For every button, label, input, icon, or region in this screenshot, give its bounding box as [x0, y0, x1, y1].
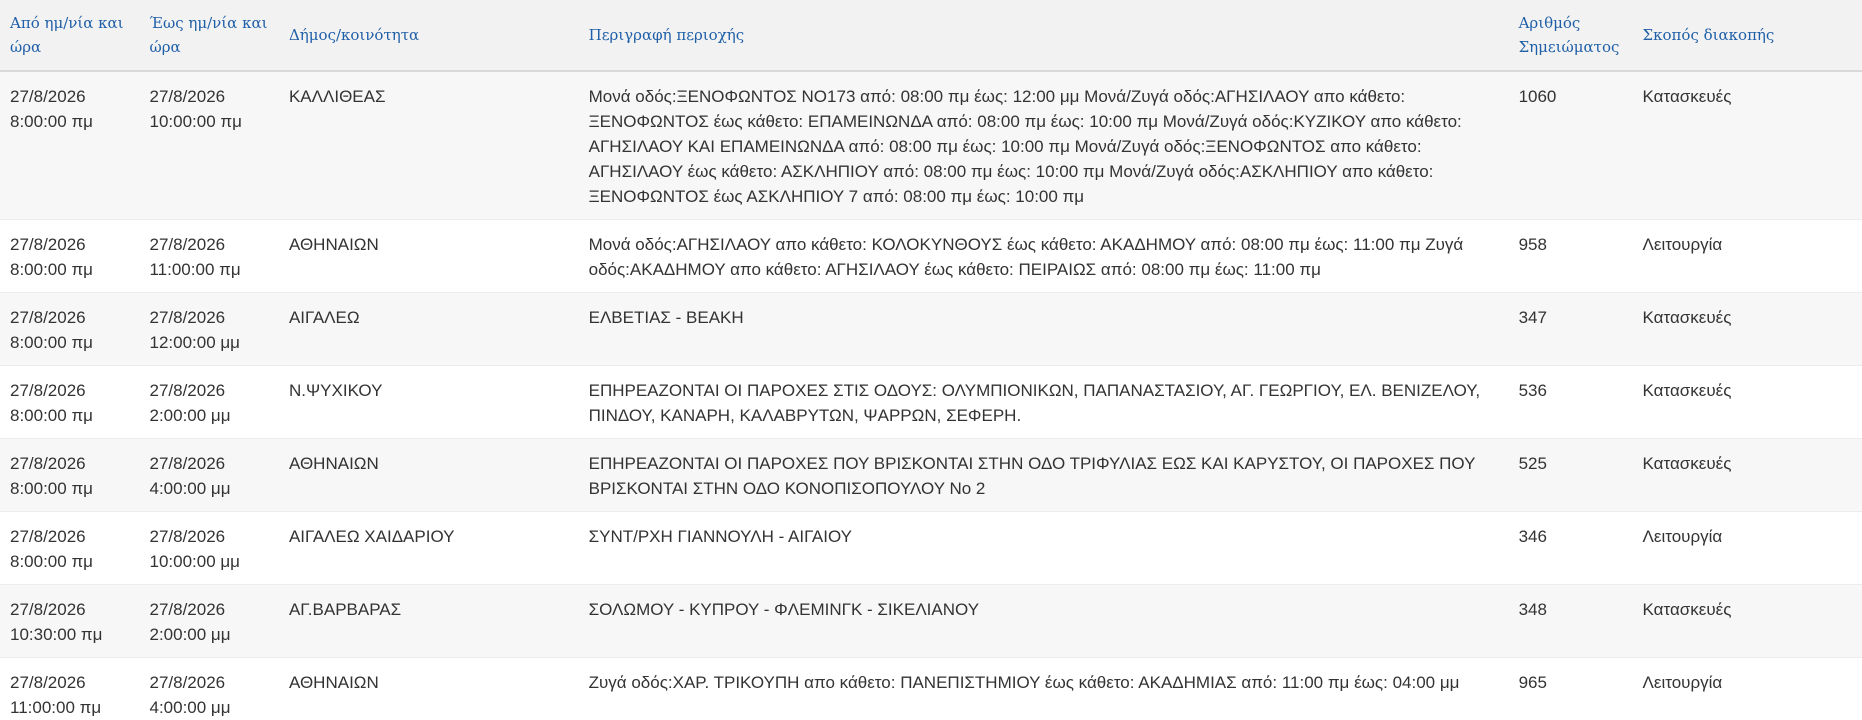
- table-body: 27/8/2026 8:00:00 πμ 27/8/2026 10:00:00 …: [0, 71, 1862, 720]
- table-row: 27/8/2026 8:00:00 πμ 27/8/2026 10:00:00 …: [0, 511, 1862, 585]
- cell-from-datetime: 27/8/2026 8:00:00 πμ: [0, 365, 140, 439]
- cell-area-description: ΣΟΛΩΜΟΥ - ΚΥΠΡΟΥ - ΦΛΕΜΙΝΓΚ - ΣΙΚΕΛΙΑΝΟΥ: [578, 584, 1509, 658]
- cell-from-datetime: 27/8/2026 8:00:00 πμ: [0, 511, 140, 585]
- table-row: 27/8/2026 8:00:00 πμ 27/8/2026 12:00:00 …: [0, 292, 1862, 366]
- cell-outage-purpose: Κατασκευές: [1632, 365, 1862, 439]
- cell-area-description: Ζυγά οδός:ΧΑΡ. ΤΡΙΚΟΥΠΗ απο κάθετο: ΠΑΝΕ…: [578, 657, 1509, 720]
- cell-municipality: ΚΑΛΛΙΘΕΑΣ: [278, 71, 579, 220]
- table-row: 27/8/2026 8:00:00 πμ 27/8/2026 10:00:00 …: [0, 71, 1862, 220]
- cell-note-number: 958: [1508, 219, 1633, 293]
- cell-to-datetime: 27/8/2026 4:00:00 μμ: [139, 657, 279, 720]
- cell-municipality: ΑΘΗΝΑΙΩΝ: [278, 438, 579, 512]
- cell-municipality: ΑΙΓΑΛΕΩ ΧΑΙΔΑΡΙΟΥ: [278, 511, 579, 585]
- cell-area-description: ΕΛΒΕΤΙΑΣ - ΒΕΑΚΗ: [578, 292, 1509, 366]
- table-row: 27/8/2026 11:00:00 πμ 27/8/2026 4:00:00 …: [0, 657, 1862, 720]
- table-row: 27/8/2026 8:00:00 πμ 27/8/2026 4:00:00 μ…: [0, 438, 1862, 512]
- cell-to-datetime: 27/8/2026 10:00:00 μμ: [139, 511, 279, 585]
- cell-outage-purpose: Κατασκευές: [1632, 584, 1862, 658]
- header-municipality[interactable]: Δήμος/κοινότητα: [278, 0, 579, 72]
- table-row: 27/8/2026 8:00:00 πμ 27/8/2026 2:00:00 μ…: [0, 365, 1862, 439]
- cell-outage-purpose: Λειτουργία: [1632, 657, 1862, 720]
- cell-municipality: ΑΘΗΝΑΙΩΝ: [278, 657, 579, 720]
- cell-note-number: 536: [1508, 365, 1633, 439]
- cell-from-datetime: 27/8/2026 11:00:00 πμ: [0, 657, 140, 720]
- cell-outage-purpose: Κατασκευές: [1632, 292, 1862, 366]
- table-row: 27/8/2026 8:00:00 πμ 27/8/2026 11:00:00 …: [0, 219, 1862, 293]
- cell-note-number: 525: [1508, 438, 1633, 512]
- cell-area-description: Μονά οδός:ΞΕΝΟΦΩΝΤΟΣ ΝΟ173 από: 08:00 πμ…: [578, 71, 1509, 220]
- cell-note-number: 346: [1508, 511, 1633, 585]
- cell-municipality: ΑΙΓΑΛΕΩ: [278, 292, 579, 366]
- cell-area-description: ΣΥΝΤ/ΡΧΗ ΓΙΑΝΝΟΥΛΗ - ΑΙΓΑΙΟΥ: [578, 511, 1509, 585]
- cell-outage-purpose: Κατασκευές: [1632, 438, 1862, 512]
- cell-outage-purpose: Λειτουργία: [1632, 511, 1862, 585]
- cell-area-description: ΕΠΗΡΕΑΖΟΝΤΑΙ ΟΙ ΠΑΡΟΧΕΣ ΣΤΙΣ ΟΔΟΥΣ: ΟΛΥΜ…: [578, 365, 1509, 439]
- header-outage-purpose[interactable]: Σκοπός διακοπής: [1632, 0, 1862, 72]
- table-header: Από ημ/νία και ώρα Έως ημ/νία και ώρα Δή…: [0, 0, 1862, 72]
- cell-outage-purpose: Λειτουργία: [1632, 219, 1862, 293]
- cell-outage-purpose: Κατασκευές: [1632, 71, 1862, 220]
- header-area-description[interactable]: Περιγραφή περιοχής: [578, 0, 1509, 72]
- table-row: 27/8/2026 10:30:00 πμ 27/8/2026 2:00:00 …: [0, 584, 1862, 658]
- outages-table: Από ημ/νία και ώρα Έως ημ/νία και ώρα Δή…: [0, 0, 1862, 720]
- header-to-datetime[interactable]: Έως ημ/νία και ώρα: [139, 0, 279, 72]
- cell-to-datetime: 27/8/2026 12:00:00 μμ: [139, 292, 279, 366]
- cell-to-datetime: 27/8/2026 2:00:00 μμ: [139, 365, 279, 439]
- cell-from-datetime: 27/8/2026 8:00:00 πμ: [0, 71, 140, 220]
- cell-area-description: Μονά οδός:ΑΓΗΣΙΛΑΟΥ απο κάθετο: ΚΟΛΟΚΥΝΘ…: [578, 219, 1509, 293]
- cell-note-number: 1060: [1508, 71, 1633, 220]
- header-row: Από ημ/νία και ώρα Έως ημ/νία και ώρα Δή…: [0, 0, 1862, 72]
- cell-note-number: 965: [1508, 657, 1633, 720]
- cell-from-datetime: 27/8/2026 8:00:00 πμ: [0, 219, 140, 293]
- cell-municipality: ΑΘΗΝΑΙΩΝ: [278, 219, 579, 293]
- cell-to-datetime: 27/8/2026 2:00:00 μμ: [139, 584, 279, 658]
- outages-table-container: Από ημ/νία και ώρα Έως ημ/νία και ώρα Δή…: [0, 0, 1862, 720]
- cell-to-datetime: 27/8/2026 11:00:00 πμ: [139, 219, 279, 293]
- cell-from-datetime: 27/8/2026 8:00:00 πμ: [0, 438, 140, 512]
- header-note-number[interactable]: Αριθμός Σημειώματος: [1508, 0, 1633, 72]
- cell-area-description: ΕΠΗΡΕΑΖΟΝΤΑΙ ΟΙ ΠΑΡΟΧΕΣ ΠΟΥ ΒΡΙΣΚΟΝΤΑΙ Σ…: [578, 438, 1509, 512]
- header-from-datetime[interactable]: Από ημ/νία και ώρα: [0, 0, 140, 72]
- cell-to-datetime: 27/8/2026 10:00:00 πμ: [139, 71, 279, 220]
- cell-municipality: Ν.ΨΥΧΙΚΟΥ: [278, 365, 579, 439]
- cell-to-datetime: 27/8/2026 4:00:00 μμ: [139, 438, 279, 512]
- cell-municipality: ΑΓ.ΒΑΡΒΑΡΑΣ: [278, 584, 579, 658]
- cell-from-datetime: 27/8/2026 8:00:00 πμ: [0, 292, 140, 366]
- cell-note-number: 347: [1508, 292, 1633, 366]
- cell-note-number: 348: [1508, 584, 1633, 658]
- cell-from-datetime: 27/8/2026 10:30:00 πμ: [0, 584, 140, 658]
